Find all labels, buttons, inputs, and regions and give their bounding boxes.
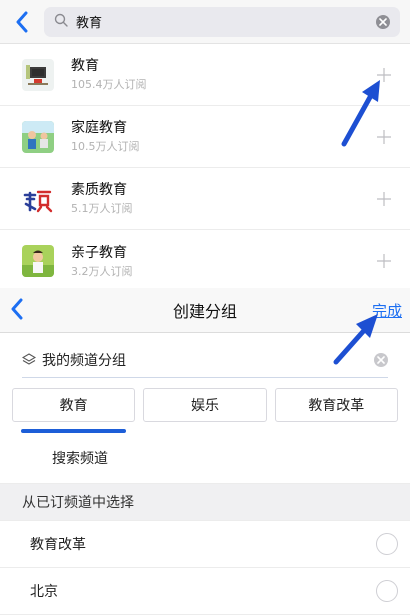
add-icon[interactable] — [374, 189, 394, 209]
back-icon[interactable] — [10, 298, 24, 324]
channel-thumbnail — [22, 182, 54, 215]
chip-jiaoyu[interactable]: 教育 — [12, 388, 136, 433]
clear-name-icon[interactable] — [374, 353, 388, 367]
channel-name: 素质教育 — [71, 182, 127, 198]
search-input[interactable] — [74, 13, 376, 30]
select-radio[interactable] — [376, 580, 398, 602]
subscriber-count: 105.4万人订阅 — [71, 78, 147, 91]
result-item-jiating-jiaoyu[interactable]: 家庭教育 10.5万人订阅 — [0, 106, 410, 168]
channel-row-beijing[interactable]: 北京 — [0, 568, 410, 615]
result-item-qinzi-jiaoyu[interactable]: 亲子教育 3.2万人订阅 — [0, 230, 410, 292]
add-icon[interactable] — [374, 127, 394, 147]
add-icon[interactable] — [374, 65, 394, 85]
done-button[interactable]: 完成 — [372, 300, 402, 321]
channel-row-jiaoyu-gaige[interactable]: 教育改革 — [0, 521, 410, 568]
section-header: 从已订频道中选择 — [0, 483, 410, 521]
group-form: 我的频道分组 教育 娱乐 教育改革 搜索频道 — [0, 333, 410, 483]
subscriber-count: 3.2万人订阅 — [71, 264, 133, 278]
selected-channels: 教育 娱乐 教育改革 — [12, 388, 398, 433]
layers-icon — [22, 353, 36, 365]
result-list: 教育 105.4万人订阅 家庭教育 10.5万人订阅 素质教育 5.1万人订阅 … — [0, 44, 410, 292]
result-item-suzhi-jiaoyu[interactable]: 素质教育 5.1万人订阅 — [0, 168, 410, 230]
channel-label: 教育改革 — [30, 537, 86, 553]
chip-yule[interactable]: 娱乐 — [143, 388, 267, 422]
search-field[interactable] — [44, 6, 400, 37]
subscriber-count: 10.5万人订阅 — [71, 140, 140, 153]
search-channel-link[interactable]: 搜索频道 — [52, 448, 398, 468]
group-name-field[interactable]: 我的频道分组 — [22, 343, 388, 378]
subscriber-count: 5.1万人订阅 — [71, 202, 133, 215]
chip-jiaoyu-gaige[interactable]: 教育改革 — [274, 388, 398, 422]
channel-thumbnail — [22, 58, 54, 91]
clear-search-icon[interactable] — [376, 14, 390, 29]
back-icon[interactable] — [10, 10, 34, 34]
create-group-panel: 创建分组 完成 我的频道分组 教育 娱乐 教育改革 搜索频道 从已订频道中选择 … — [0, 288, 410, 615]
channel-label: 北京 — [30, 584, 58, 600]
channel-name: 教育 — [71, 58, 99, 74]
add-icon[interactable] — [374, 251, 394, 271]
search-icon — [54, 12, 68, 31]
search-results-panel: 教育 105.4万人订阅 家庭教育 10.5万人订阅 — [0, 0, 410, 288]
select-radio[interactable] — [376, 533, 398, 555]
channel-name: 家庭教育 — [71, 120, 127, 136]
result-item-jiaoyu[interactable]: 教育 105.4万人订阅 — [0, 44, 410, 106]
group-name-text: 我的频道分组 — [42, 353, 126, 369]
search-bar — [0, 0, 410, 44]
channel-thumbnail — [22, 120, 54, 153]
page-title: 创建分组 — [172, 302, 237, 321]
channel-name: 亲子教育 — [71, 244, 127, 261]
channel-thumbnail — [22, 245, 54, 277]
group-header: 创建分组 完成 — [0, 288, 410, 365]
